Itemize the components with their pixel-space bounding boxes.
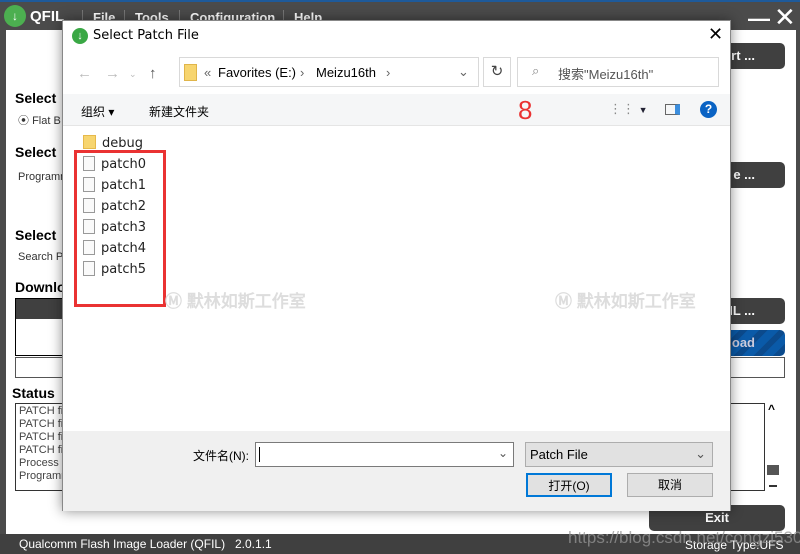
navigation-bar: ← → ⌄ ↑ « Favorites (E:) › Meizu16th › ⌄… (73, 57, 723, 89)
view-options-icon[interactable]: ⋮⋮ ▼ (609, 101, 648, 117)
flat-build-radio[interactable]: ⦿ Flat B (18, 112, 61, 128)
status-label: Status (12, 385, 55, 401)
watermark: Ⓜ 默林如斯工作室 (165, 292, 306, 311)
toolbar: 组织 ▾ 新建文件夹 8 ⋮⋮ ▼ ? (63, 94, 730, 126)
qfil-logo-icon: ↓ (4, 5, 26, 27)
minimize-icon[interactable]: — (748, 6, 770, 32)
search-placeholder: 搜索"Meizu16th" (558, 67, 654, 82)
filename-label: 文件名(N): (193, 449, 249, 463)
dialog-close-icon[interactable]: ✕ (708, 24, 723, 45)
annotation-number: 8 (518, 95, 533, 125)
download-progress (15, 357, 65, 378)
address-dropdown-icon[interactable]: ⌄ (458, 64, 469, 80)
filetype-value: Patch File (530, 447, 588, 462)
dialog-title: Select Patch File (93, 28, 199, 43)
watermark: Ⓜ 默林如斯工作室 (555, 292, 696, 311)
folder-icon (83, 135, 96, 149)
annotation-highlight-box (74, 150, 166, 307)
select-build-type-label: Select (15, 90, 57, 106)
breadcrumb-separator-icon: › (386, 65, 391, 80)
dialog-app-icon: ↓ (72, 28, 88, 44)
file-list: debug patch0 patch1 patch2 patch3 patch4… (63, 127, 730, 431)
scroll-thumb[interactable] (767, 465, 779, 475)
open-button[interactable]: 打开(O) (526, 473, 612, 497)
select-port-label: Select (15, 227, 57, 243)
window-border (0, 30, 6, 534)
app-name: QFIL (30, 8, 65, 25)
filetype-select[interactable]: Patch File ⌄ (525, 442, 713, 467)
refresh-icon[interactable]: ↻ (483, 57, 511, 87)
text-cursor (259, 447, 260, 462)
breadcrumb-meizu16th[interactable]: Meizu16th (316, 65, 376, 80)
version: 2.0.1.1 (235, 537, 272, 551)
search-path-label: Search P (18, 251, 64, 263)
back-icon[interactable]: ← (77, 65, 92, 82)
forward-icon[interactable]: → (105, 65, 120, 82)
filename-dropdown-icon[interactable]: ⌄ (498, 446, 508, 460)
up-icon[interactable]: ↑ (149, 65, 157, 82)
dialog-footer: 文件名(N): ⌄ Patch File ⌄ 打开(O) 取消 (63, 431, 730, 511)
breadcrumb-overflow[interactable]: « (204, 65, 211, 80)
address-bar[interactable]: « Favorites (E:) › Meizu16th › ⌄ (179, 57, 479, 87)
select-patch-file-dialog: ↓ Select Patch File ✕ ← → ⌄ ↑ « Favorite… (62, 20, 731, 511)
close-icon[interactable]: ✕ (774, 2, 796, 33)
help-icon[interactable]: ? (700, 101, 717, 118)
new-folder-button[interactable]: 新建文件夹 (149, 103, 209, 120)
download-table (15, 298, 65, 356)
cancel-button[interactable]: 取消 (627, 473, 713, 497)
app-full-name: Qualcomm Flash Image Loader (QFIL) (19, 537, 226, 551)
search-input[interactable]: ⌕ 搜索"Meizu16th" (517, 57, 719, 87)
folder-icon (184, 64, 197, 81)
file-name: debug (102, 136, 143, 151)
download-label: Downlo (15, 279, 66, 295)
chevron-down-icon: ⌄ (695, 446, 706, 461)
status-log-right (730, 403, 765, 491)
search-icon: ⌕ (532, 63, 540, 78)
select-programmer-label: Select (15, 144, 57, 160)
organize-button[interactable]: 组织 ▾ (81, 103, 114, 120)
recent-dropdown-icon[interactable]: ⌄ (129, 69, 137, 80)
window-border (796, 30, 800, 534)
filename-input[interactable]: ⌄ (255, 442, 514, 467)
breadcrumb-favorites[interactable]: Favorites (E:) (218, 65, 296, 80)
page-watermark: https://blog.csdn.net/congzi530 (568, 528, 800, 547)
scroll-down-icon[interactable] (769, 485, 777, 487)
scroll-up-icon[interactable]: ^ (768, 402, 775, 416)
breadcrumb-separator-icon: › (300, 65, 305, 80)
preview-pane-icon[interactable] (665, 104, 680, 115)
flat-build-label: Flat B (32, 115, 61, 127)
